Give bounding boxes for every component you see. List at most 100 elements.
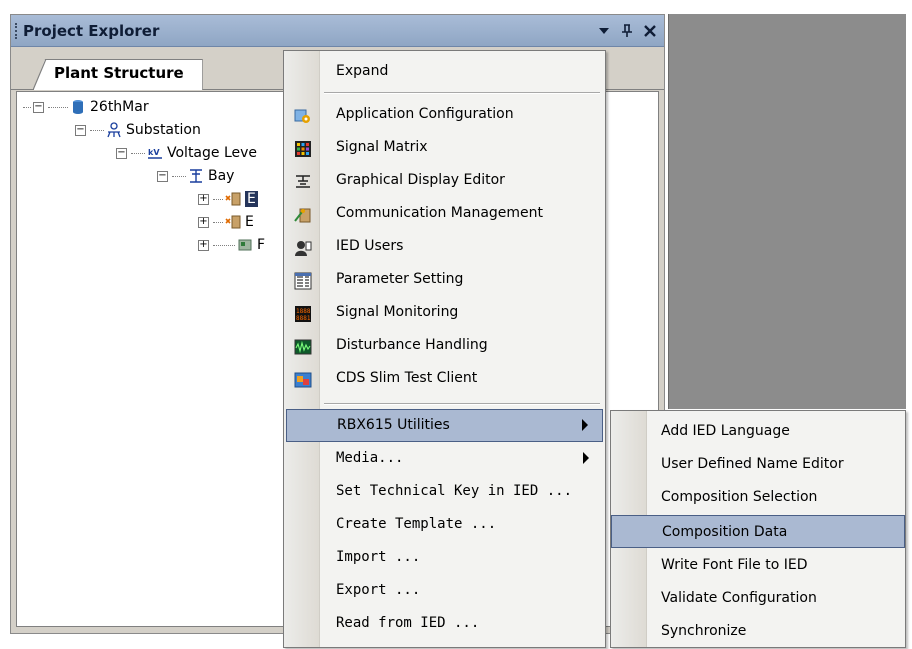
tree-label-substation: Substation (126, 122, 201, 138)
ied-icon (225, 192, 241, 206)
submenu-arrow-icon (583, 452, 589, 464)
menu-item-label: CDS Slim Test Client (336, 370, 478, 386)
tree-label-ied-1: E (245, 191, 258, 207)
submenu-item-composition-selection[interactable]: Composition Selection (611, 481, 905, 514)
expand-icon[interactable]: + (198, 239, 209, 251)
tree-node-ied-1[interactable]: + E (198, 188, 258, 210)
expand-icon[interactable]: + (198, 193, 209, 205)
collapse-icon[interactable]: − (75, 124, 86, 136)
app-config-icon (294, 109, 310, 123)
submenu-item-label: Validate Configuration (661, 590, 817, 606)
tree-node-root[interactable]: − 26thMar (23, 96, 149, 118)
voltage-level-icon: kV (148, 148, 162, 159)
panel-title-bar[interactable]: Project Explorer (11, 15, 664, 47)
menu-item-rbx615-utilities[interactable]: RBX615 Utilities (286, 409, 603, 442)
svg-text:kV: kV (148, 148, 160, 157)
close-icon[interactable] (640, 21, 660, 41)
communication-icon (294, 208, 311, 223)
tab-plant-structure[interactable]: Plant Structure (33, 59, 203, 90)
menu-item-label: Export ... (336, 582, 421, 598)
menu-item-label: RBX615 Utilities (337, 417, 450, 433)
menu-item-set-technical-key[interactable]: Set Technical Key in IED ... (286, 476, 603, 509)
menu-item-label: Communication Management (336, 205, 544, 221)
collapse-icon[interactable]: − (157, 170, 168, 182)
menu-item-media[interactable]: Media... (286, 443, 603, 476)
svg-text:8881: 8881 (296, 315, 311, 322)
submenu-item-synchronize[interactable]: Synchronize (611, 615, 905, 648)
device-icon (238, 239, 252, 251)
tree-node-ied-3[interactable]: + F (198, 234, 265, 256)
submenu-item-label: Synchronize (661, 623, 747, 639)
menu-item-label: Graphical Display Editor (336, 172, 505, 188)
menu-item-label: Application Configuration (336, 106, 514, 122)
rbx615-utilities-submenu: Add IED Language User Defined Name Edito… (610, 410, 906, 648)
menu-item-communication-management[interactable]: Communication Management (286, 198, 603, 231)
menu-item-parameter-setting[interactable]: Parameter Setting (286, 264, 603, 297)
submenu-item-write-font-file[interactable]: Write Font File to IED (611, 549, 905, 582)
test-client-icon (294, 372, 312, 388)
parameter-icon (294, 272, 312, 290)
menu-item-label: Disturbance Handling (336, 337, 488, 353)
menu-item-disturbance-handling[interactable]: Disturbance Handling (286, 330, 603, 363)
collapse-icon[interactable]: − (116, 147, 127, 159)
tree-node-bay[interactable]: − Bay (157, 165, 234, 187)
tree-node-ied-2[interactable]: + E (198, 211, 254, 233)
svg-text:1888: 1888 (296, 308, 311, 315)
pin-icon[interactable] (617, 21, 637, 41)
menu-item-label: Signal Monitoring (336, 304, 459, 320)
tree-node-voltage-level[interactable]: − kV Voltage Leve (116, 142, 257, 164)
menu-item-label: Media... (336, 450, 404, 466)
signal-matrix-icon (295, 141, 311, 157)
disturbance-icon (294, 339, 312, 355)
database-icon (73, 100, 83, 114)
tree-label-bay: Bay (208, 168, 235, 184)
submenu-item-label: Composition Data (662, 524, 788, 540)
menu-item-label: Expand (336, 63, 389, 79)
menu-item-expand[interactable]: Expand (286, 56, 603, 89)
menu-item-export[interactable]: Export ... (286, 575, 603, 608)
tree-label-root: 26thMar (90, 99, 149, 115)
submenu-item-add-ied-language[interactable]: Add IED Language (611, 415, 905, 448)
menu-item-read-from-ied[interactable]: Read from IED ... (286, 608, 603, 641)
submenu-item-label: User Defined Name Editor (661, 456, 844, 472)
tree-node-substation[interactable]: − Substation (75, 119, 201, 141)
tab-edge (33, 59, 47, 90)
menu-item-label: Read from IED ... (336, 615, 480, 631)
bay-icon (190, 169, 202, 183)
tree-label-voltage-level: Voltage Leve (167, 145, 258, 161)
menu-item-label: Import ... (336, 549, 421, 565)
submenu-item-label: Add IED Language (661, 423, 790, 439)
menu-item-create-template[interactable]: Create Template ... (286, 509, 603, 542)
dropdown-arrow-icon[interactable] (594, 21, 614, 41)
menu-item-cds-slim-test-client[interactable]: CDS Slim Test Client (286, 363, 603, 396)
substation-icon (107, 122, 121, 138)
expand-icon[interactable]: + (198, 216, 209, 228)
ied-users-icon (295, 241, 312, 256)
tree-label-ied-2: E (245, 214, 254, 230)
submenu-item-user-defined-name-editor[interactable]: User Defined Name Editor (611, 448, 905, 481)
display-editor-icon (296, 175, 310, 188)
menu-separator (324, 92, 600, 94)
submenu-item-composition-data[interactable]: Composition Data (611, 515, 905, 548)
submenu-item-validate-configuration[interactable]: Validate Configuration (611, 582, 905, 615)
menu-item-graphical-display-editor[interactable]: Graphical Display Editor (286, 165, 603, 198)
panel-title: Project Explorer (23, 22, 160, 40)
menu-item-application-configuration[interactable]: Application Configuration (286, 99, 603, 132)
menu-item-signal-matrix[interactable]: Signal Matrix (286, 132, 603, 165)
submenu-arrow-icon (582, 419, 588, 431)
menu-item-ied-users[interactable]: IED Users (286, 231, 603, 264)
signal-monitoring-icon: 18888881 (295, 306, 311, 322)
menu-item-label: Set Technical Key in IED ... (336, 483, 573, 499)
context-menu: Expand Application Configuration Signal … (283, 50, 606, 648)
menu-item-signal-monitoring[interactable]: 1888 8881 Signal Monitoring (286, 297, 603, 330)
menu-item-label: IED Users (336, 238, 404, 254)
tree-label-ied-3: F (257, 237, 266, 253)
menu-item-import[interactable]: Import ... (286, 542, 603, 575)
submenu-item-label: Write Font File to IED (661, 557, 808, 573)
menu-item-label: Create Template ... (336, 516, 497, 532)
document-area (668, 14, 906, 409)
menu-separator (324, 403, 600, 405)
grip-handle-icon[interactable] (15, 23, 17, 39)
collapse-icon[interactable]: − (33, 101, 44, 113)
submenu-item-label: Composition Selection (661, 489, 818, 505)
